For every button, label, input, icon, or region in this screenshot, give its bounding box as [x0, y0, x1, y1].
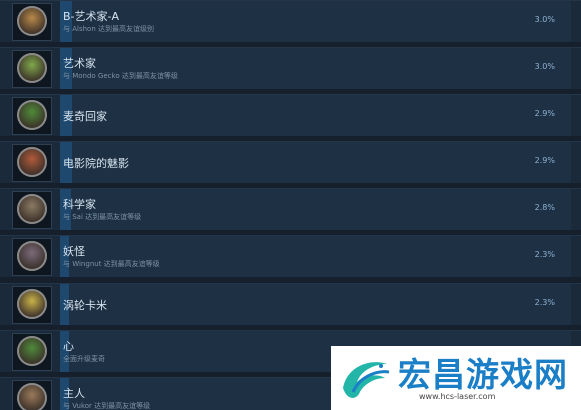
achievement-progress-track — [60, 48, 571, 89]
achievement-icon-frame — [12, 191, 52, 229]
achievement-icon-frame — [12, 3, 52, 41]
achievement-unlock-percent: 2.3% — [534, 250, 555, 259]
scientist-avatar-icon — [17, 194, 47, 224]
achievement-title: 涡轮卡米 — [63, 299, 107, 312]
bat-creature-icon — [17, 241, 47, 271]
achievement-unlock-percent: 2.3% — [534, 298, 555, 307]
achievement-description: 与 Vukor 达到最高友谊等级 — [63, 402, 151, 410]
watermark-url: www.hcs-laser.com — [419, 392, 496, 401]
achievement-row[interactable]: B-艺术家-A 与 Alshon 达到最高友谊级别 3.0% — [0, 0, 581, 42]
achievement-unlock-percent: 2.8% — [534, 203, 555, 212]
achievement-row[interactable]: 涡轮卡米 2.3% — [0, 283, 581, 325]
achievement-unlock-percent: 3.0% — [534, 15, 555, 24]
achievement-title: 心 — [63, 340, 74, 353]
achievement-row[interactable]: 科学家与 Sai 达到最高友谊等级 2.8% — [0, 188, 581, 230]
turtle-mask-icon — [17, 100, 47, 130]
achievement-progress-track — [60, 189, 571, 230]
achievement-progress-track — [60, 142, 571, 183]
achievement-icon-frame — [12, 333, 52, 371]
achievement-icon-frame — [12, 286, 52, 324]
achievement-list-page: B-艺术家-A 与 Alshon 达到最高友谊级别 3.0% 艺术家与 Mondo G… — [0, 0, 581, 410]
achievement-row[interactable]: 麦奇回家 2.9% — [0, 94, 581, 136]
turtle-heart-icon — [17, 336, 47, 366]
pterodactyl-icon — [17, 289, 47, 319]
achievement-title: 科学家 — [63, 198, 96, 211]
bearded-avatar-icon — [17, 6, 47, 36]
achievement-description: 全面升级麦奇 — [63, 355, 105, 363]
achievement-row[interactable]: 艺术家与 Mondo Gecko 达到最高友谊等级 3.0% — [0, 47, 581, 89]
dragon-logo-icon — [343, 362, 390, 398]
achievement-progress-track — [60, 284, 571, 325]
achievement-unlock-percent: 2.9% — [534, 156, 555, 165]
achievement-description: 与 Sai 达到最高友谊等级 — [63, 213, 142, 221]
achievement-unlock-percent: 2.9% — [534, 109, 555, 118]
achievement-progress-track — [60, 236, 571, 277]
achievement-title: 妖怪 — [63, 245, 85, 258]
achievement-icon-frame — [12, 97, 52, 135]
gecko-avatar-icon — [17, 53, 47, 83]
achievement-icon-frame — [12, 50, 52, 88]
achievement-title: 艺术家 — [63, 57, 96, 70]
achievement-row[interactable]: 电影院的魅影 2.9% — [0, 141, 581, 183]
bat-avatar-icon — [17, 147, 47, 177]
achievement-title: 电影院的魅影 — [63, 157, 129, 170]
achievement-unlock-percent: 3.0% — [534, 62, 555, 71]
achievement-icon-frame — [12, 144, 52, 182]
achievement-description: 与 Alshon 达到最高友谊级别 — [63, 25, 154, 33]
achievement-icon-frame — [12, 238, 52, 276]
achievement-title: 麦奇回家 — [63, 110, 107, 123]
achievement-title: 主人 — [63, 387, 85, 400]
achievement-progress-track — [60, 95, 571, 136]
achievement-description: 与 Wingnut 达到最高友谊等级 — [63, 260, 160, 268]
achievement-icon-frame — [12, 380, 52, 410]
achievement-row[interactable]: 妖怪与 Wingnut 达到最高友谊等级 2.3% — [0, 235, 581, 277]
watermark-title: 宏昌游戏网 — [398, 355, 568, 394]
achievement-progress-track — [60, 1, 571, 42]
achievement-description: 与 Mondo Gecko 达到最高友谊等级 — [63, 72, 178, 80]
watermark: 宏昌游戏网 www.hcs-laser.com — [331, 346, 581, 410]
achievement-title: B-艺术家-A — [63, 10, 120, 23]
master-avatar-icon — [17, 383, 47, 410]
